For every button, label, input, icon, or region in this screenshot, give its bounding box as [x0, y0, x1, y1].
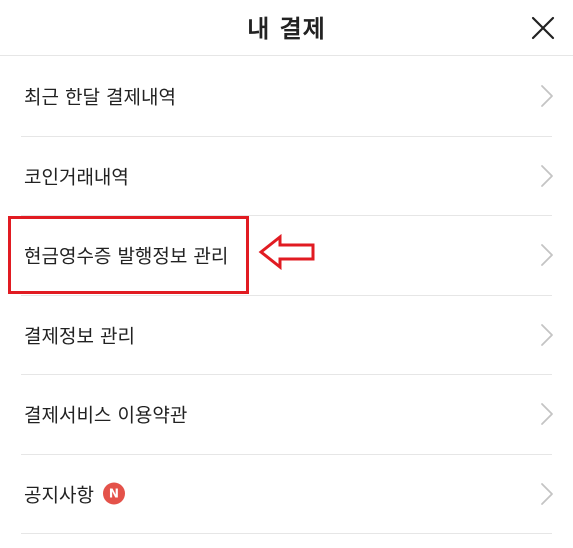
- menu-item-label: 현금영수증 발행정보 관리: [24, 245, 229, 268]
- menu-item-label: 결제정보 관리: [24, 325, 135, 348]
- header: 내 결제: [0, 0, 573, 56]
- page-title: 내 결제: [247, 15, 326, 43]
- close-button[interactable]: [527, 12, 559, 44]
- menu-item-label: 최근 한달 결제내역: [24, 86, 176, 109]
- menu-item-cash-receipt-settings[interactable]: 현금영수증 발행정보 관리: [21, 216, 555, 296]
- menu-item-label: 결제서비스 이용약관: [24, 404, 188, 427]
- chevron-right-icon: [539, 481, 555, 507]
- chevron-right-icon: [539, 83, 555, 109]
- menu-item-payment-info-settings[interactable]: 결제정보 관리: [21, 296, 555, 375]
- chevron-right-icon: [539, 401, 555, 427]
- menu-item-notices[interactable]: 공지사항 N: [21, 455, 555, 534]
- my-payment-page: 내 결제 최근 한달 결제내역 코인거래내역 현금영수증 발행정보 관리 결제정…: [0, 0, 573, 548]
- menu-item-payment-terms[interactable]: 결제서비스 이용약관: [21, 375, 555, 455]
- chevron-right-icon: [539, 163, 555, 189]
- menu-item-coin-transactions[interactable]: 코인거래내역: [21, 137, 555, 216]
- chevron-right-icon: [539, 242, 555, 268]
- menu-item-label: 코인거래내역: [24, 166, 129, 189]
- menu-item-label: 공지사항: [24, 484, 94, 507]
- payment-menu-list: 최근 한달 결제내역 코인거래내역 현금영수증 발행정보 관리 결제정보 관리: [0, 57, 573, 534]
- new-badge: N: [102, 482, 125, 505]
- chevron-right-icon: [539, 322, 555, 348]
- menu-item-recent-payments[interactable]: 최근 한달 결제내역: [21, 57, 555, 137]
- menu-item-label-wrap: 공지사항 N: [24, 480, 125, 507]
- close-icon: [531, 16, 555, 40]
